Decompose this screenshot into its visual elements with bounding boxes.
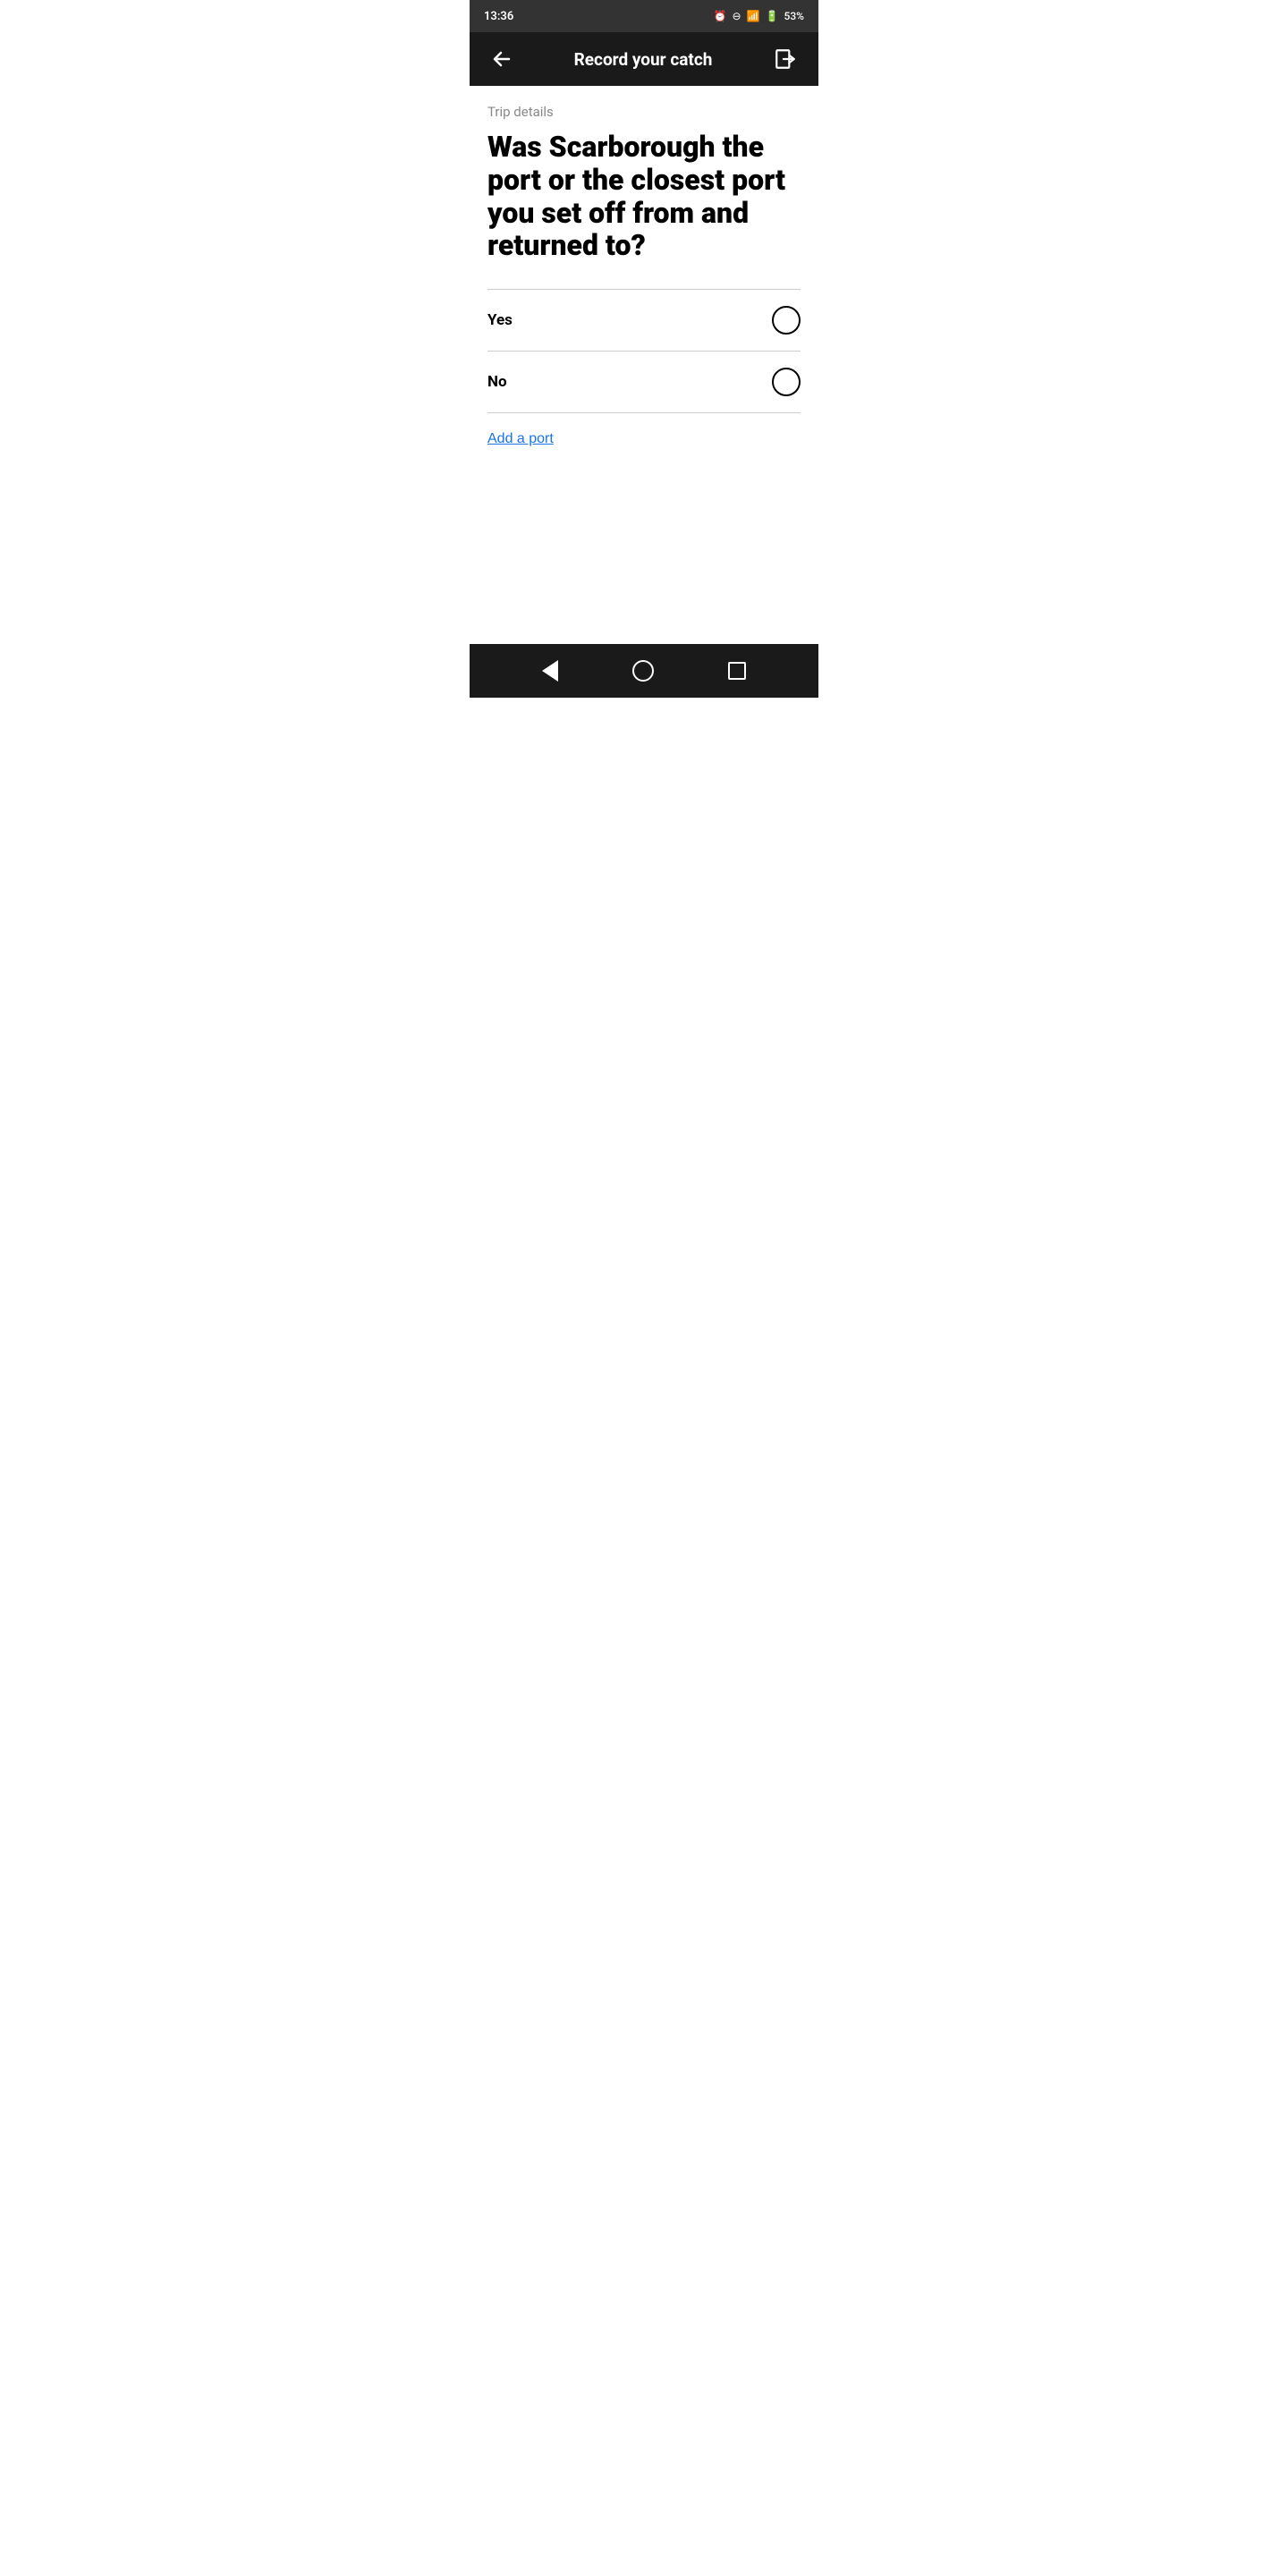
status-icons: ⏰ ⊖ 📶 🔋 53%	[714, 10, 804, 22]
section-label: Trip details	[487, 104, 801, 120]
battery-percent: 53%	[784, 10, 804, 22]
status-time: 13:36	[484, 10, 513, 23]
page-title: Record your catch	[520, 49, 767, 70]
option-yes-label: Yes	[487, 311, 513, 329]
bottom-divider	[487, 412, 801, 413]
main-content: Trip details Was Scarborough the port or…	[470, 86, 818, 644]
status-bar: 13:36 ⏰ ⊖ 📶 🔋 53%	[470, 0, 818, 32]
option-no-label: No	[487, 373, 507, 391]
option-yes[interactable]: Yes	[487, 290, 801, 351]
battery-icon: 🔋	[766, 10, 779, 22]
logout-button[interactable]	[767, 40, 804, 78]
back-button[interactable]	[484, 41, 520, 77]
recents-square-icon	[728, 662, 746, 680]
add-port-link[interactable]: Add a port	[487, 431, 554, 447]
alarm-icon: ⏰	[714, 10, 727, 22]
nav-back-button[interactable]	[533, 651, 567, 691]
option-no-radio[interactable]	[772, 368, 801, 396]
nav-home-button[interactable]	[623, 651, 663, 691]
nav-recents-button[interactable]	[719, 653, 755, 689]
option-no[interactable]: No	[487, 352, 801, 412]
option-yes-radio[interactable]	[772, 306, 801, 335]
nav-bar	[470, 644, 818, 698]
home-circle-icon	[632, 660, 654, 682]
question-title: Was Scarborough the port or the closest …	[487, 131, 801, 262]
signal-icon: 📶	[747, 10, 760, 22]
minus-circle-icon: ⊖	[733, 10, 741, 22]
app-header: Record your catch	[470, 32, 818, 86]
back-triangle-icon	[542, 660, 558, 682]
